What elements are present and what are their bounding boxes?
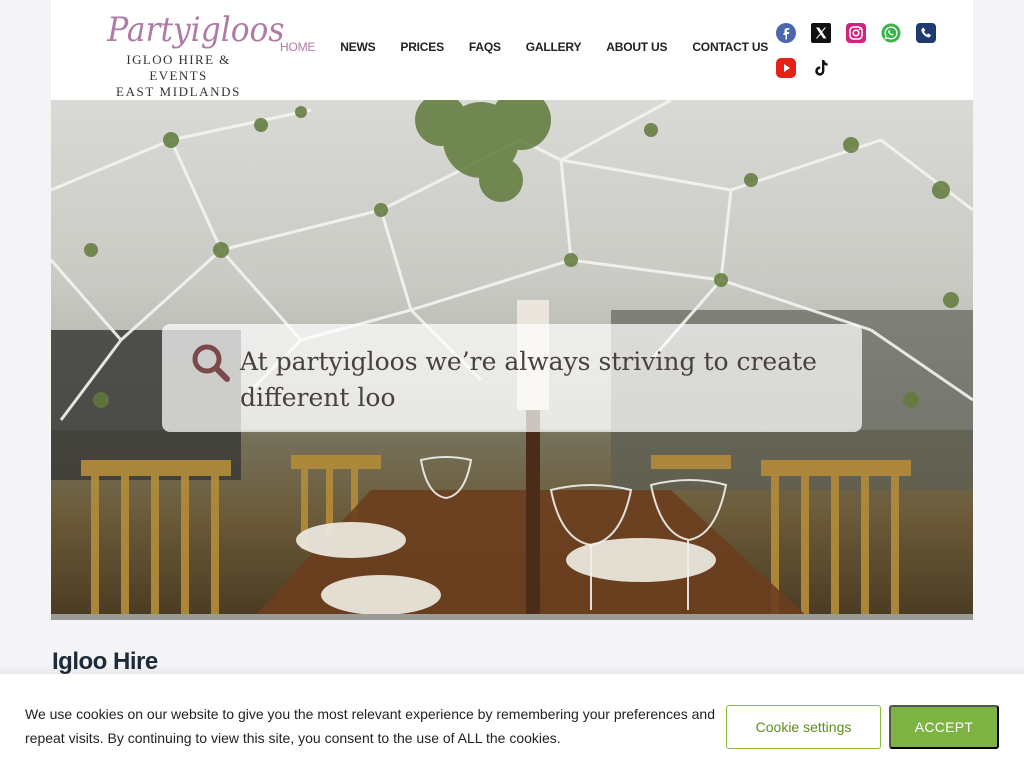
nav-news[interactable]: NEWS bbox=[340, 40, 375, 54]
youtube-icon[interactable] bbox=[775, 57, 797, 79]
logo[interactable]: Partyigloos IGLOO HIRE & EVENTS EAST MID… bbox=[101, 10, 285, 99]
hero-search-card: At partyigloos we’re always striving to … bbox=[162, 324, 862, 432]
main-nav: HOME NEWS PRICES FAQS GALLERY ABOUT US C… bbox=[280, 40, 793, 54]
phone-icon[interactable] bbox=[915, 22, 937, 44]
nav-gallery[interactable]: GALLERY bbox=[526, 40, 582, 54]
nav-contact-us[interactable]: CONTACT US bbox=[692, 40, 768, 54]
x-twitter-icon[interactable] bbox=[810, 22, 832, 44]
facebook-icon[interactable] bbox=[775, 22, 797, 44]
search-icon bbox=[192, 344, 230, 382]
instagram-icon[interactable] bbox=[845, 22, 867, 44]
hero-headline: At partyigloos we’re always striving to … bbox=[240, 347, 817, 412]
nav-home[interactable]: HOME bbox=[280, 40, 315, 54]
tiktok-icon[interactable] bbox=[810, 57, 832, 79]
accept-cookies-button[interactable]: ACCEPT bbox=[889, 705, 999, 749]
nav-about-us[interactable]: ABOUT US bbox=[606, 40, 667, 54]
cookie-message: We use cookies on our website to give yo… bbox=[25, 706, 715, 746]
nav-prices[interactable]: PRICES bbox=[400, 40, 444, 54]
hero-image: At partyigloos we’re always striving to … bbox=[51, 100, 973, 620]
cookie-banner: We use cookies on our website to give yo… bbox=[0, 674, 1024, 768]
whatsapp-icon[interactable] bbox=[880, 22, 902, 44]
logo-tagline: IGLOO HIRE & EVENTS bbox=[126, 52, 231, 83]
nav-faqs[interactable]: FAQS bbox=[469, 40, 501, 54]
logo-region: EAST MIDLANDS bbox=[116, 84, 241, 99]
page: Partyigloos IGLOO HIRE & EVENTS EAST MID… bbox=[0, 0, 1024, 768]
section-title: Igloo Hire bbox=[52, 648, 158, 675]
logo-script: Partyigloos bbox=[107, 10, 285, 50]
site-header: Partyigloos IGLOO HIRE & EVENTS EAST MID… bbox=[51, 0, 973, 100]
cookie-settings-button[interactable]: Cookie settings bbox=[726, 705, 881, 749]
